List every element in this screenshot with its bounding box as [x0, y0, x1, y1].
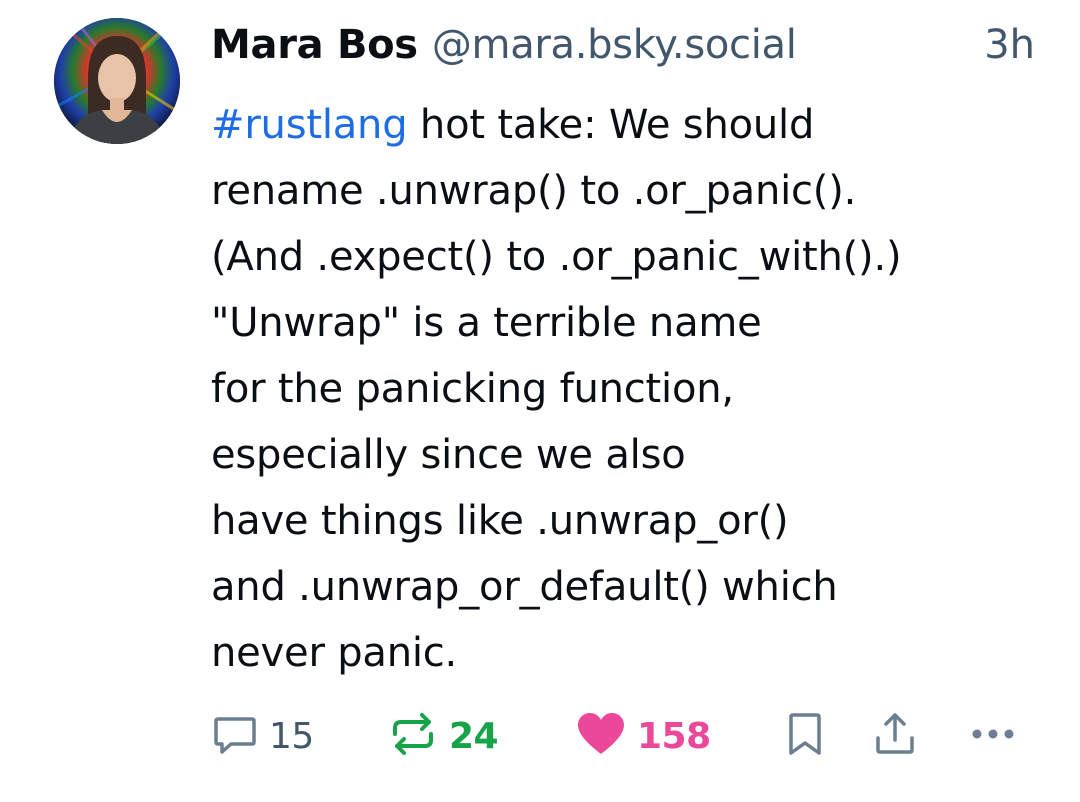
bookmark-icon	[783, 710, 827, 762]
reply-button[interactable]: 15	[211, 708, 314, 764]
post-text-line: especially since we also	[211, 432, 686, 478]
share-icon	[871, 710, 919, 762]
post-text: #rustlang hot take: We should rename .un…	[211, 92, 1051, 686]
speech-bubble-icon	[211, 710, 259, 762]
post-text-line: "Unwrap" is a terrible name	[211, 300, 762, 346]
post-text-line: for the panicking function,	[211, 366, 734, 412]
post-timestamp[interactable]: 3h	[984, 22, 1035, 68]
post-text-line: #rustlang hot take: We should	[211, 92, 1051, 158]
post-text-segment: hot take: We should	[407, 102, 815, 148]
bookmark-button[interactable]	[783, 708, 827, 764]
author-avatar[interactable]	[54, 18, 180, 144]
post-text-line: rename .unwrap() to .or_panic().	[211, 168, 857, 214]
heart-icon	[575, 710, 627, 762]
repost-count: 24	[449, 715, 499, 757]
repost-arrows-icon	[387, 710, 439, 762]
post-card: Mara Bos @mara.bsky.social 3h #rustlang …	[0, 0, 1080, 802]
like-button[interactable]: 158	[575, 708, 711, 764]
ellipsis-icon	[967, 710, 1019, 762]
share-button[interactable]	[871, 708, 919, 764]
post-actions: 15 24 158	[211, 708, 1041, 764]
post-text-line: have things like .unwrap_or()	[211, 498, 789, 544]
reply-count: 15	[269, 715, 314, 757]
post-text-line: never panic.	[211, 630, 458, 676]
hashtag-link[interactable]: #rustlang	[211, 102, 408, 148]
repost-button[interactable]: 24	[387, 708, 499, 764]
more-options-button[interactable]	[967, 708, 1019, 764]
author-handle[interactable]: @mara.bsky.social	[432, 22, 797, 68]
like-count: 158	[637, 715, 711, 757]
author-name[interactable]: Mara Bos	[211, 22, 418, 68]
post-text-line: (And .expect() to .or_panic_with().)	[211, 234, 902, 280]
post-text-line: and .unwrap_or_default() which	[211, 564, 838, 610]
post-header: Mara Bos @mara.bsky.social 3h	[211, 22, 1041, 74]
